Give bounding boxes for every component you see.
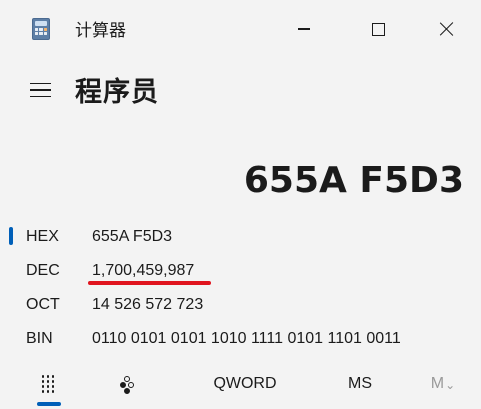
memory-view-label: M bbox=[430, 375, 445, 392]
close-button[interactable] bbox=[423, 10, 471, 48]
bottom-toolbar: QWORD MS M ⌄ bbox=[0, 362, 481, 409]
close-icon bbox=[440, 22, 454, 36]
active-keypad-indicator bbox=[37, 402, 61, 406]
calculator-window: 计算器 程序员 655A F5D3 HEX 655A F5D3 DEC 1,70… bbox=[0, 0, 481, 409]
result-display: 655A F5D3 bbox=[243, 160, 464, 201]
radix-label-dec: DEC bbox=[26, 262, 60, 279]
memory-view-button[interactable]: M ⌄ bbox=[418, 362, 468, 406]
radix-value-dec: 1,700,459,987 bbox=[92, 262, 195, 279]
word-size-button[interactable]: QWORD bbox=[200, 362, 290, 406]
chevron-down-icon: ⌄ bbox=[445, 378, 456, 392]
bit-toggling-keypad-icon bbox=[120, 376, 136, 394]
full-keypad-button[interactable] bbox=[28, 362, 68, 406]
hamburger-menu-icon bbox=[29, 82, 51, 85]
full-keypad-icon bbox=[41, 375, 55, 393]
radix-row-dec[interactable]: DEC 1,700,459,987 bbox=[0, 256, 481, 288]
radix-value-bin: 0110 0101 0101 1010 1111 0101 1101 0011 bbox=[92, 330, 401, 347]
radix-label-oct: OCT bbox=[26, 296, 60, 313]
radix-row-oct[interactable]: OCT 14 526 572 723 bbox=[0, 290, 481, 322]
bit-toggling-keypad-button[interactable] bbox=[108, 362, 148, 406]
minimize-icon bbox=[298, 28, 310, 30]
radix-value-oct: 14 526 572 723 bbox=[92, 296, 204, 313]
radix-label-hex: HEX bbox=[26, 228, 59, 245]
minimize-button[interactable] bbox=[280, 10, 328, 48]
maximize-button[interactable] bbox=[354, 10, 402, 48]
radix-row-bin[interactable]: BIN 0110 0101 0101 1010 1111 0101 1101 0… bbox=[0, 324, 481, 356]
mode-title: 程序员 bbox=[75, 77, 159, 108]
title-bar[interactable]: 计算器 bbox=[0, 0, 481, 58]
memory-store-button[interactable]: MS bbox=[332, 362, 388, 406]
red-underline-annotation bbox=[88, 281, 211, 285]
calculator-icon bbox=[32, 18, 50, 40]
radix-row-hex[interactable]: HEX 655A F5D3 bbox=[0, 222, 481, 254]
selected-radix-indicator bbox=[9, 227, 13, 245]
maximize-icon bbox=[371, 22, 385, 36]
navigation-menu-button[interactable] bbox=[22, 74, 58, 106]
window-title: 计算器 bbox=[75, 21, 126, 41]
radix-value-hex: 655A F5D3 bbox=[92, 228, 173, 245]
radix-label-bin: BIN bbox=[26, 330, 53, 347]
